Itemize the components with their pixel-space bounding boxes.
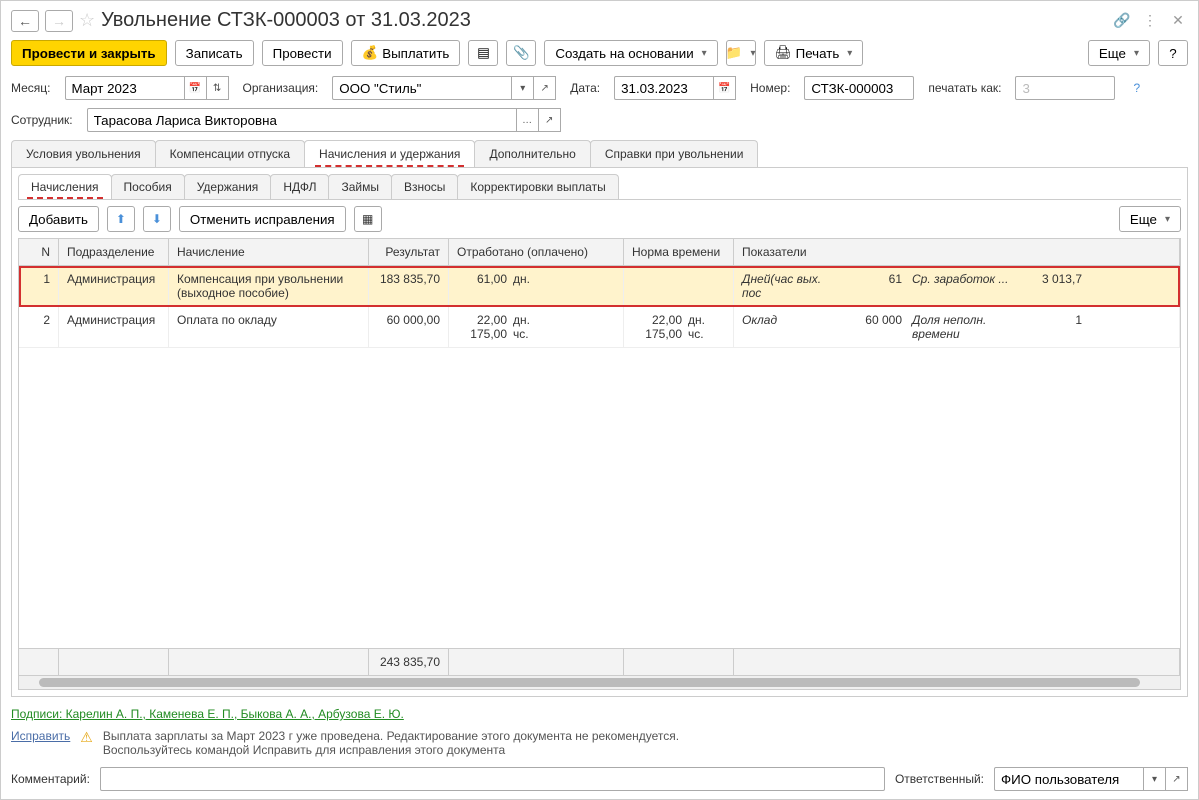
help-button[interactable]: ? [1158, 40, 1188, 66]
pay-button[interactable]: 💰Выплатить [351, 40, 461, 66]
window-title: Увольнение СТЗК-000003 от 31.03.2023 [101, 9, 471, 32]
month-label: Месяц: [11, 81, 51, 95]
arrow-up-icon: ⬆ [116, 212, 126, 226]
printer-icon: 🖨 [775, 45, 792, 61]
link-icon[interactable]: 🔗 [1112, 11, 1132, 31]
col-norm[interactable]: Норма времени [624, 239, 734, 265]
post-and-close-button[interactable]: Провести и закрыть [11, 40, 167, 66]
print-button[interactable]: 🖨Печать [764, 40, 864, 66]
tab-conditions[interactable]: Условия увольнения [11, 140, 156, 167]
tab-references[interactable]: Справки при увольнении [590, 140, 759, 167]
grid-icon: ▦ [362, 212, 373, 226]
responsible-input[interactable] [994, 767, 1144, 791]
create-based-button[interactable]: Создать на основании [544, 40, 717, 66]
number-input[interactable] [804, 76, 914, 100]
horizontal-scrollbar[interactable] [19, 675, 1180, 689]
calendar-icon[interactable]: 📅 [714, 76, 736, 100]
date-input[interactable] [614, 76, 714, 100]
close-icon[interactable]: ✕ [1168, 11, 1188, 31]
org-input[interactable] [332, 76, 512, 100]
dropdown-icon[interactable]: ▾ [1144, 767, 1166, 791]
move-up-button[interactable]: ⬆ [107, 206, 135, 232]
spinner-icon[interactable]: ⇅ [207, 76, 229, 100]
subtab-contributions[interactable]: Взносы [391, 174, 458, 199]
number-label: Номер: [750, 81, 790, 95]
paperclip-icon: 📎 [513, 45, 530, 61]
more-button[interactable]: Еще [1088, 40, 1150, 66]
month-input[interactable] [65, 76, 185, 100]
footer-total: 243 835,70 [369, 649, 449, 675]
col-acc[interactable]: Начисление [169, 239, 369, 265]
arrow-down-icon: ⬇ [152, 212, 162, 226]
nav-back-button[interactable]: ← [11, 10, 39, 32]
folder-icon: 📁 [726, 45, 743, 61]
kebab-menu-icon[interactable]: ⋮ [1140, 11, 1160, 31]
subtab-ndfl[interactable]: НДФЛ [270, 174, 329, 199]
save-button[interactable]: Записать [175, 40, 254, 66]
org-label: Организация: [243, 81, 319, 95]
comment-label: Комментарий: [11, 772, 90, 786]
print-as-input [1015, 76, 1115, 100]
table-row[interactable]: 2 Администрация Оплата по окладу 60 000,… [19, 307, 1180, 348]
warning-text: Выплата зарплаты за Март 2023 г уже пров… [103, 729, 743, 757]
fix-link[interactable]: Исправить [11, 729, 70, 743]
tab-accruals[interactable]: Начисления и удержания [304, 140, 475, 167]
responsible-label: Ответственный: [895, 772, 984, 786]
main-tabs: Условия увольнения Компенсации отпуска Н… [11, 140, 1188, 168]
signatures-row: Подписи: Карелин А. П., Каменева Е. П., … [11, 707, 1188, 721]
grid-header: N Подразделение Начисление Результат Отр… [19, 239, 1180, 266]
dropdown-icon[interactable]: ▾ [512, 76, 534, 100]
sub-tabs: Начисления Пособия Удержания НДФЛ Займы … [18, 174, 1181, 200]
subtab-accruals[interactable]: Начисления [18, 174, 112, 199]
warning-icon: ⚠ [80, 729, 93, 746]
help-icon[interactable]: ? [1133, 81, 1140, 95]
col-n[interactable]: N [19, 239, 59, 265]
open-ref-icon[interactable]: ↗ [539, 108, 561, 132]
tab-vacation-comp[interactable]: Компенсации отпуска [155, 140, 305, 167]
attachment-button[interactable]: 📎 [506, 40, 536, 66]
subtab-deductions[interactable]: Удержания [184, 174, 272, 199]
table-settings-button[interactable]: ▦ [354, 206, 382, 232]
add-row-button[interactable]: Добавить [18, 206, 99, 232]
signatures-link[interactable]: Подписи: Карелин А. П., Каменева Е. П., … [11, 707, 404, 721]
subtab-corrections[interactable]: Корректировки выплаты [457, 174, 618, 199]
table-more-button[interactable]: Еще [1119, 206, 1181, 232]
employee-input[interactable] [87, 108, 517, 132]
ellipsis-icon[interactable]: … [517, 108, 539, 132]
col-worked[interactable]: Отработано (оплачено) [449, 239, 624, 265]
tab-additional[interactable]: Дополнительно [474, 140, 590, 167]
open-ref-icon[interactable]: ↗ [534, 76, 556, 100]
calendar-icon[interactable]: 📅 [185, 76, 207, 100]
grid-body[interactable]: 1 Администрация Компенсация при увольнен… [19, 266, 1180, 648]
col-res[interactable]: Результат [369, 239, 449, 265]
col-dept[interactable]: Подразделение [59, 239, 169, 265]
post-button[interactable]: Провести [262, 40, 343, 66]
open-ref-icon[interactable]: ↗ [1166, 767, 1188, 791]
money-icon: 💰 [362, 45, 379, 61]
move-down-button[interactable]: ⬇ [143, 206, 171, 232]
subtab-benefits[interactable]: Пособия [111, 174, 185, 199]
print-as-label: печатать как: [928, 81, 1001, 95]
comment-input[interactable] [100, 767, 885, 791]
document-icon: ▤ [477, 45, 490, 61]
grid-footer: 243 835,70 [19, 648, 1180, 675]
folder-button[interactable]: 📁 [726, 40, 756, 66]
favorite-star-icon[interactable]: ☆ [79, 10, 95, 31]
cancel-corrections-button[interactable]: Отменить исправления [179, 206, 346, 232]
date-label: Дата: [570, 81, 600, 95]
subtab-loans[interactable]: Займы [328, 174, 392, 199]
col-ind[interactable]: Показатели [734, 239, 1180, 265]
employee-label: Сотрудник: [11, 113, 73, 127]
table-row[interactable]: 1 Администрация Компенсация при увольнен… [19, 266, 1180, 307]
nav-forward-button[interactable]: → [45, 10, 73, 32]
document-icon-button[interactable]: ▤ [468, 40, 498, 66]
